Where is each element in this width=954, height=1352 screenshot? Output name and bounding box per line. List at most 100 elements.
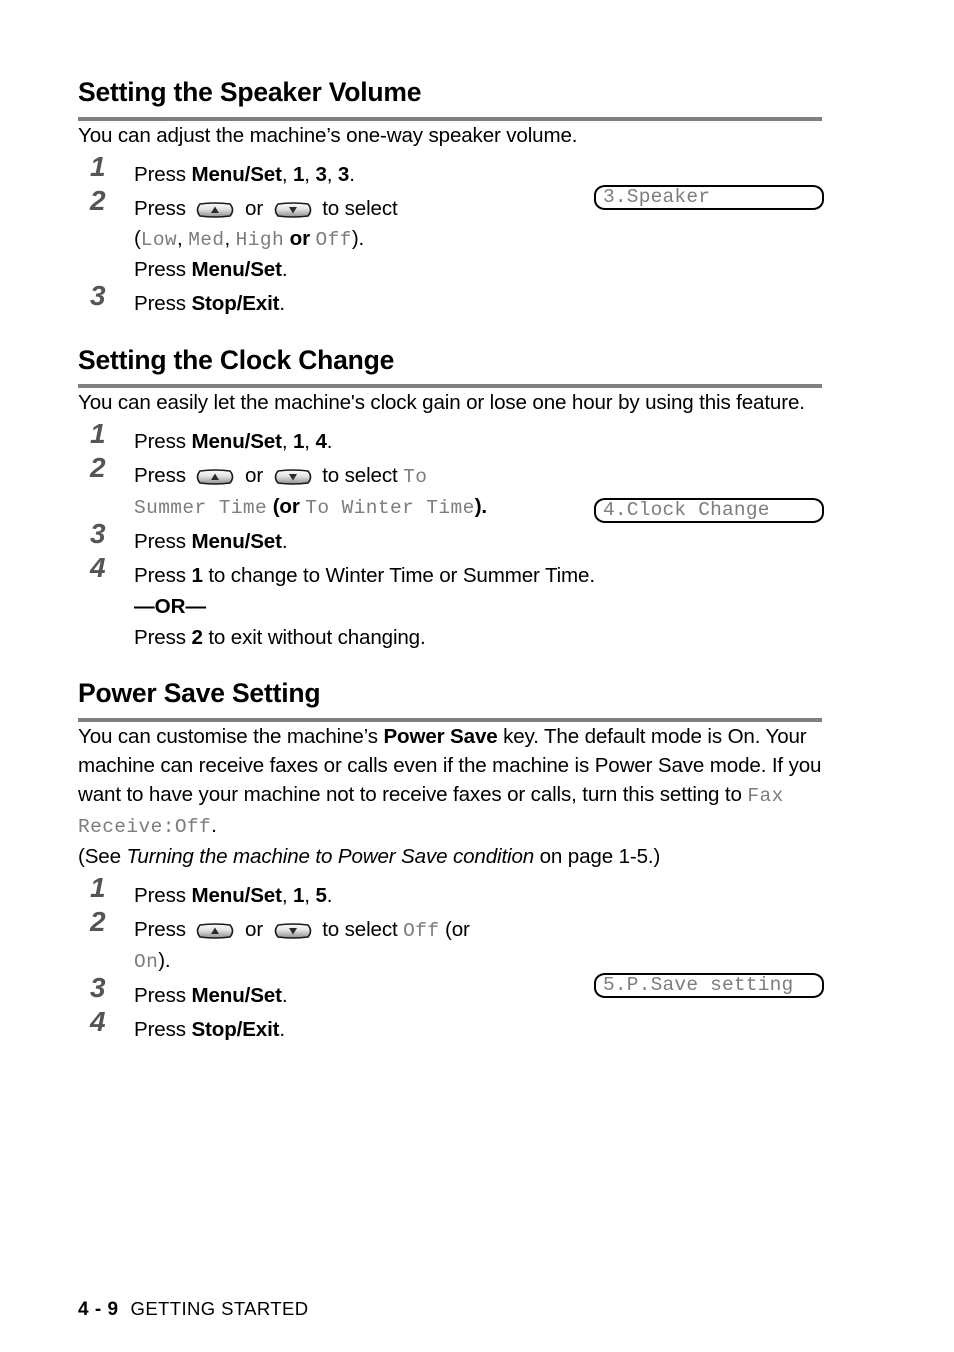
step-number: 4 — [90, 1006, 106, 1038]
manual-page: Setting the Speaker Volume You can adjus… — [0, 0, 954, 1352]
separator: , — [177, 226, 189, 250]
step-sub-text: (Low, Med, High or Off). — [134, 224, 822, 255]
section-title-speaker-volume: Setting the Speaker Volume — [78, 77, 422, 107]
menu-set-key-label: Menu/Set — [191, 884, 282, 908]
period: . — [281, 530, 288, 554]
intro-paragraph-clock-change: You can easily let the machine's clock g… — [78, 391, 805, 415]
power-save-key-label: Power Save — [383, 725, 498, 749]
to-select-label: to select — [316, 464, 404, 488]
option-summer-time: Summer Time — [134, 497, 268, 520]
press-label: Press — [134, 162, 192, 186]
see-label: (See — [78, 845, 127, 869]
step-number: 3 — [90, 518, 106, 550]
or-dash-right: — — [185, 595, 207, 619]
step-number: 1 — [90, 418, 106, 450]
digit-key-1: 1 — [292, 162, 305, 186]
or-open-paren: (or — [439, 918, 470, 942]
step-number: 4 — [90, 552, 106, 584]
step-list-clock-change: 1 Press Menu/Set, 1, 4. 2 Press or to se… — [78, 420, 822, 653]
step-number: 2 — [90, 906, 106, 938]
or-label: OR — [154, 595, 186, 619]
lcd-display-clock-change: 4.Clock Change — [594, 498, 824, 523]
or-label: or — [239, 196, 269, 220]
paren-open: ( — [134, 226, 141, 250]
arrow-up-key-icon — [194, 201, 236, 218]
period: . — [211, 814, 217, 838]
or-word: or — [284, 226, 316, 250]
footer-page-number: 4 - 9 — [78, 1299, 119, 1320]
digit-key-2: 5 — [315, 884, 327, 908]
step-text: Press Stop/Exit. — [134, 289, 822, 319]
menu-set-key-label: Menu/Set — [191, 257, 282, 281]
period: . — [326, 430, 333, 454]
step-number: 3 — [90, 279, 106, 311]
arrow-up-key-icon — [194, 923, 236, 939]
page-content: Setting the Speaker Volume You can adjus… — [78, 77, 822, 1045]
step-item: 3 Press Menu/Set. — [78, 520, 822, 557]
menu-set-key-label: Menu/Set — [191, 984, 282, 1008]
digit-key-2: 3 — [315, 162, 327, 186]
press-label: Press — [134, 1018, 192, 1042]
option-high: High — [235, 228, 285, 251]
separator: , — [304, 430, 316, 454]
separator: , — [326, 162, 338, 186]
step-number: 2 — [90, 452, 106, 484]
step-item: 4 Press 1 to change to Winter Time or Su… — [78, 554, 822, 653]
paren-close: ). — [474, 495, 487, 519]
option-med: Med — [188, 228, 225, 251]
instruction-text: to change to Winter Time or Summer Time. — [202, 564, 595, 588]
step-number: 2 — [90, 184, 106, 216]
step-item: 1 Press Menu/Set, 1, 5. — [78, 874, 822, 911]
intro-text-part1: You can customise the machine’s — [78, 725, 384, 749]
period: . — [281, 984, 288, 1008]
step-list-speaker-volume: 1 Press Menu/Set, 1, 3, 3. 2 Press or to… — [78, 152, 822, 319]
separator: , — [281, 884, 293, 908]
step-text: Press Stop/Exit. — [134, 1015, 822, 1045]
to-select-label: to select — [316, 918, 404, 942]
step-item: 1 Press Menu/Set, 1, 4. — [78, 420, 822, 457]
menu-set-key-label: Menu/Set — [191, 162, 282, 186]
press-label: Press — [134, 196, 192, 220]
lcd-display-speaker: 3.Speaker — [594, 185, 824, 210]
to-select-label: to select — [316, 196, 398, 220]
section-title-power-save: Power Save Setting — [78, 678, 321, 709]
page-footer: 4 - 9 GETTING STARTED — [78, 1298, 309, 1321]
footer-section-label: GETTING STARTED — [130, 1298, 309, 1319]
step-item: 2 Press or to select Off (or On). — [78, 908, 822, 977]
intro-paragraph-power-save: You can customise the machine’s Power Sa… — [78, 722, 822, 842]
option-low: Low — [140, 228, 178, 251]
separator: , — [304, 884, 316, 908]
press-label: Press — [134, 430, 192, 454]
press-label: Press — [134, 530, 192, 554]
step-number: 1 — [90, 872, 106, 904]
lcd-display-power-save: 5.P.Save setting — [594, 973, 824, 998]
period: . — [281, 257, 288, 281]
paren-close: ). — [158, 949, 171, 973]
digit-key-3: 3 — [337, 162, 350, 186]
section-title-clock-change: Setting the Clock Change — [78, 344, 395, 375]
period: . — [349, 162, 355, 186]
digit-key-2: 4 — [315, 430, 327, 454]
step-text: Press or to select To — [134, 461, 822, 492]
menu-set-key-label: Menu/Set — [191, 430, 282, 454]
step-text: Press or to select Off (or — [134, 915, 822, 946]
step-number: 3 — [90, 972, 106, 1004]
option-off: Off — [315, 228, 352, 251]
digit-key-1: 1 — [292, 430, 305, 454]
option-to: To — [403, 466, 428, 489]
arrow-up-key-icon — [194, 469, 236, 486]
digit-key-1: 1 — [292, 884, 305, 908]
stop-exit-key-label: Stop/Exit — [191, 291, 280, 315]
period: . — [326, 884, 333, 908]
press-label: Press — [134, 984, 192, 1008]
or-label: or — [239, 918, 269, 942]
option-on: On — [134, 951, 159, 974]
press-label: Press — [134, 464, 192, 488]
cross-reference-title: Turning the machine to Power Save condit… — [126, 845, 535, 869]
period: . — [279, 291, 285, 315]
arrow-down-key-icon — [272, 469, 314, 486]
period: . — [279, 1018, 285, 1042]
or-separator: —OR— — [134, 591, 822, 623]
press-label: Press — [134, 884, 192, 908]
step-sub-text: Press Menu/Set. — [134, 255, 822, 285]
